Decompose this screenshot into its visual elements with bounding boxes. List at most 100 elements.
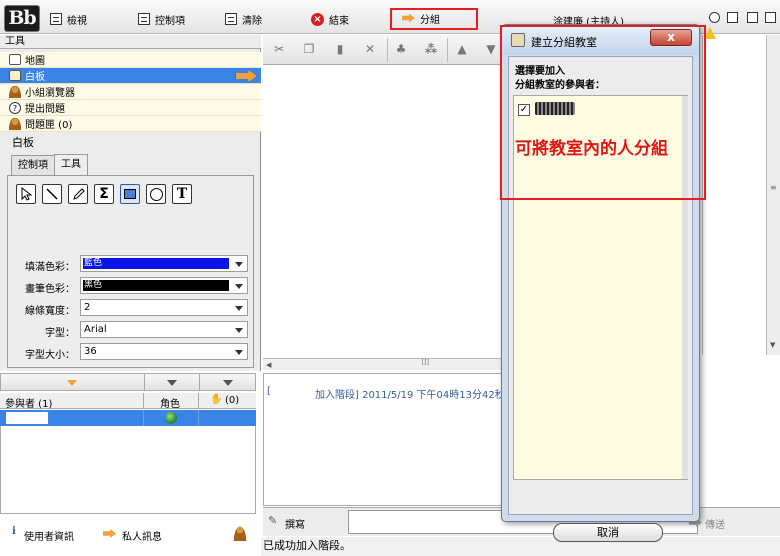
scroll-down-icon[interactable]: ▼: [770, 341, 775, 349]
tool-item-whiteboard[interactable]: 白板: [0, 68, 261, 84]
participants-toolbar: [0, 373, 256, 391]
role-column-header[interactable]: 角色: [160, 395, 180, 410]
person-icon[interactable]: [233, 525, 247, 541]
close-circle-icon: ×: [311, 12, 324, 26]
line-width-label: 線條寬度：: [25, 306, 75, 317]
controls-icon: [138, 13, 150, 25]
arrow-right-icon: [103, 529, 116, 538]
cut-icon[interactable]: ✂: [272, 43, 286, 56]
participant-row[interactable]: [0, 410, 256, 426]
globe-icon: [165, 412, 177, 424]
font-size-value: 36: [84, 346, 97, 357]
chat-history: [ 加入階段] 2011/5/19 下午04時13分42秒: [263, 373, 505, 506]
private-message-button[interactable]: 私人訊息: [122, 528, 162, 543]
send-back-icon[interactable]: ▼: [484, 43, 498, 56]
status-bar: 已成功加入階段。: [261, 537, 780, 556]
exit-button[interactable]: × 結束: [311, 11, 349, 27]
font-value: Arial: [84, 324, 107, 335]
status-circle-icon[interactable]: [709, 12, 720, 23]
book-icon: [9, 54, 21, 65]
tool-item-ask-question[interactable]: ? 提出問題: [0, 100, 261, 116]
group-icon: [9, 85, 21, 98]
chevron-down-icon: [235, 284, 243, 289]
fill-color-select[interactable]: 藍色: [80, 255, 248, 272]
participants-count: 參與者 (1): [5, 399, 53, 410]
breakout-button[interactable]: 分組: [402, 10, 440, 26]
horizontal-scrollbar[interactable]: ◀ ⁞⁞⁞: [263, 358, 503, 370]
window-icon[interactable]: [747, 12, 758, 23]
tab-tools[interactable]: 工具: [54, 154, 88, 176]
participant-name-redacted: [6, 412, 48, 424]
left-bottom-bar: i 使用者資訊 私人訊息: [0, 520, 261, 546]
vertical-scrollbar[interactable]: ≡ ▼: [766, 35, 780, 355]
annotation-highlight-box: [500, 25, 706, 200]
question-icon: ?: [9, 101, 21, 114]
tool-item-label: 提出問題: [25, 104, 65, 115]
person-icon: [9, 117, 21, 130]
send-button[interactable]: 傳送: [705, 516, 725, 531]
clear-icon: [225, 13, 237, 25]
ungroup-objects-icon[interactable]: ⁂: [424, 43, 438, 56]
line-tool-icon[interactable]: [42, 184, 62, 204]
scroll-grip-icon: ⁞⁞⁞: [421, 358, 430, 368]
view-menu-button[interactable]: 檢視: [50, 11, 87, 27]
tab-controls[interactable]: 控制項: [11, 155, 55, 176]
controls-label: 控制項: [155, 15, 185, 27]
tool-item-label: 白板: [25, 72, 45, 83]
breakout-label: 分組: [420, 14, 440, 26]
info-icon: i: [12, 526, 16, 537]
blackboard-logo: Bb: [4, 5, 40, 32]
rectangle-tool-icon[interactable]: [120, 184, 140, 204]
chevron-down-icon[interactable]: [67, 380, 77, 386]
pen-color-value: 黑色: [83, 280, 229, 291]
tools-header: 工具: [0, 35, 261, 49]
font-select[interactable]: Arial: [80, 321, 248, 338]
pen-color-label: 畫筆色彩：: [25, 284, 75, 295]
tool-item-label: 問題匣 (0): [25, 120, 73, 131]
line-width-select[interactable]: 2: [80, 299, 248, 316]
view-icon: [50, 13, 62, 25]
participants-list: [0, 426, 256, 514]
pencil-tool-icon[interactable]: [68, 184, 88, 204]
font-size-select[interactable]: 36: [80, 343, 248, 360]
folder-icon: [9, 70, 21, 81]
cancel-button[interactable]: 取消: [553, 523, 663, 542]
copy-icon[interactable]: ❐: [302, 43, 316, 56]
clear-button[interactable]: 清除: [225, 11, 262, 27]
view-label: 檢視: [67, 15, 87, 27]
tool-item-question-box[interactable]: 問題匣 (0): [0, 116, 261, 132]
hand-icon: ✋: [210, 394, 223, 405]
bring-front-icon[interactable]: ▲: [455, 43, 469, 56]
chevron-down-icon: [235, 262, 243, 267]
maximize-icon[interactable]: [765, 12, 776, 23]
participants-header: 參與者 (1) 角色 ✋ (0): [0, 393, 256, 410]
paste-icon[interactable]: ▮: [333, 43, 347, 56]
chevron-down-icon: [235, 328, 243, 333]
compose-label: 撰寫: [285, 520, 305, 531]
chevron-down-icon[interactable]: [167, 380, 177, 386]
tool-item-label: 地圖: [25, 56, 45, 67]
tool-item-map[interactable]: 地圖: [0, 52, 261, 68]
select-tool-icon[interactable]: [16, 184, 36, 204]
chat-message: 加入階段] 2011/5/19 下午04時13分42秒: [315, 390, 505, 401]
whiteboard-section-title: 白板: [12, 136, 34, 149]
group-objects-icon[interactable]: ♣: [394, 43, 408, 56]
whiteboard-canvas[interactable]: [263, 66, 503, 358]
font-label: 字型：: [45, 328, 75, 339]
pen-color-select[interactable]: 黑色: [80, 277, 248, 294]
font-size-label: 字型大小：: [25, 350, 75, 361]
tool-item-group-browser[interactable]: 小組瀏覽器: [0, 84, 261, 100]
tool-item-label: 小組瀏覽器: [25, 88, 75, 99]
controls-menu-button[interactable]: 控制項: [138, 11, 185, 27]
text-tool-icon[interactable]: T: [172, 184, 192, 204]
fill-color-label: 填滿色彩：: [25, 262, 75, 273]
ellipse-tool-icon[interactable]: [146, 184, 166, 204]
pause-icon[interactable]: [727, 12, 738, 23]
chevron-down-icon[interactable]: [223, 380, 233, 386]
sigma-tool-icon[interactable]: Σ: [94, 184, 114, 204]
delete-icon[interactable]: ✕: [363, 43, 377, 56]
fill-color-value: 藍色: [83, 258, 229, 269]
exit-label: 結束: [329, 15, 349, 27]
scroll-left-icon[interactable]: ◀: [266, 361, 271, 369]
user-info-button[interactable]: 使用者資訊: [24, 528, 74, 543]
